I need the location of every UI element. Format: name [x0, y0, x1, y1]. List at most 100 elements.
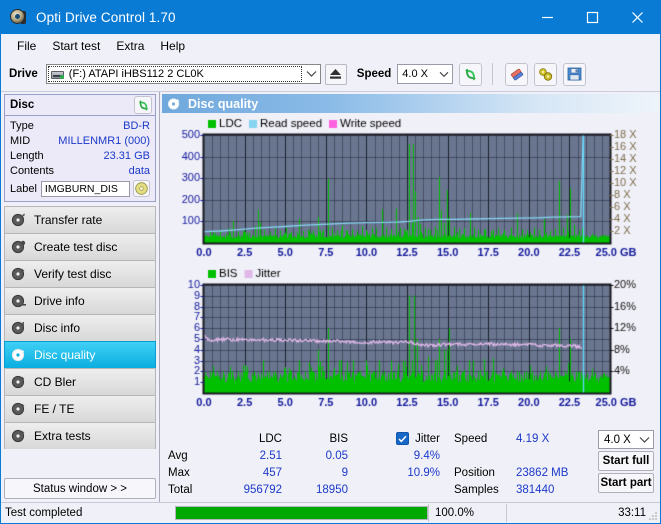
sidebar-item-drive-info[interactable]: Drive info — [4, 287, 156, 314]
menu-start-test[interactable]: Start test — [44, 37, 108, 55]
disc-label-row: Label IMGBURN_DIS — [10, 179, 150, 198]
left-panel: Disc Type BD-R MID MILLENMR1 (000) Lengt… — [1, 92, 159, 502]
speed-select-value: 4.0 X — [402, 68, 428, 80]
position-key: Position — [454, 466, 495, 479]
elapsed-time: 33:11 — [506, 504, 660, 522]
check-icon — [398, 435, 407, 442]
sidebar-item-label: CD Bler — [34, 375, 77, 389]
save-button[interactable] — [563, 62, 587, 86]
progress-percent: 100.0% — [428, 504, 506, 522]
disc-quality-icon — [167, 97, 182, 111]
disc-info-header: Disc — [5, 95, 155, 116]
disc-icon — [11, 213, 28, 228]
test-speed-value: 4.0 X — [604, 433, 631, 446]
stats-max-ldc: 457 — [262, 466, 282, 479]
sidebar-item-verify-test-disc[interactable]: Verify test disc — [4, 260, 156, 287]
resize-grip-icon[interactable] — [648, 511, 658, 521]
disc-label-input[interactable]: IMGBURN_DIS — [40, 180, 130, 197]
stats-total-bis: 18950 — [316, 483, 348, 496]
sidebar-nav: Transfer rate Create test disc Verify te… — [4, 206, 156, 502]
jitter-checkbox[interactable] — [396, 432, 410, 445]
sidebar-item-label: Disc quality — [34, 348, 96, 362]
close-icon[interactable] — [615, 1, 660, 34]
stats-table: LDC BIS Jitter Avg 2.51 0.05 9.4% Max 45… — [162, 430, 452, 502]
tools-button[interactable] — [534, 62, 558, 86]
disc-length-value: 23.31 GB — [103, 149, 150, 162]
speed-value: 4.19 X — [516, 432, 550, 445]
body-split: Disc Type BD-R MID MILLENMR1 (000) Lengt… — [1, 92, 660, 502]
stats-row-label: Avg — [168, 449, 188, 462]
drive-select[interactable]: (F:) ATAPI iHBS112 2 CL0K — [45, 64, 321, 84]
sidebar-item-extra-tests[interactable]: Extra tests — [4, 422, 156, 449]
chevron-down-icon[interactable] — [636, 431, 653, 449]
minimize-icon[interactable] — [525, 1, 570, 34]
disc-info-rows: Type BD-R MID MILLENMR1 (000) Length 23.… — [5, 116, 155, 201]
disc-icon — [135, 182, 148, 195]
samples-value: 381440 — [516, 483, 555, 496]
disc-icon — [11, 375, 28, 390]
chart-ldc-readspeed — [162, 113, 659, 265]
menu-extra[interactable]: Extra — [108, 37, 152, 55]
sidebar-item-disc-info[interactable]: Disc info — [4, 314, 156, 341]
speed-key: Speed — [454, 432, 488, 445]
menu-help[interactable]: Help — [152, 37, 193, 55]
erase-button[interactable] — [505, 62, 529, 86]
disc-contents-value: data — [128, 164, 150, 177]
sidebar-item-label: Disc info — [34, 321, 81, 335]
disc-label-icon-button[interactable] — [133, 180, 150, 197]
start-part-button[interactable]: Start part — [598, 473, 654, 493]
disc-label-label: Label — [10, 182, 37, 195]
stats-row-total: Total 956792 18950 — [162, 481, 452, 498]
refresh-button[interactable] — [459, 62, 483, 86]
chevron-down-icon[interactable] — [303, 65, 320, 83]
speed-select[interactable]: 4.0 X — [397, 64, 454, 84]
stats-right-values: 4.19 X 23862 MB 381440 — [516, 430, 598, 502]
disc-mid-value: MILLENMR1 (000) — [58, 134, 150, 147]
disc-info-row-length: Length 23.31 GB — [10, 148, 150, 163]
sidebar-item-fe-te[interactable]: FE / TE — [4, 395, 156, 422]
stats-avg-bis: 0.05 — [325, 449, 348, 462]
refresh-icon — [465, 68, 477, 80]
disc-info-title: Disc — [10, 99, 35, 111]
stats-panel: LDC BIS Jitter Avg 2.51 0.05 9.4% Max 45… — [162, 428, 658, 502]
disc-mid-label: MID — [10, 134, 31, 147]
disc-icon — [11, 294, 28, 309]
eject-button[interactable] — [324, 63, 347, 85]
position-value: 23862 MB — [516, 466, 569, 479]
app-window: Opti Drive Control 1.70 File Start test … — [0, 0, 661, 524]
disc-icon — [11, 402, 28, 417]
stats-right-labels: Speed Position Samples — [452, 430, 516, 502]
disc-info-row-contents: Contents data — [10, 163, 150, 178]
toolbar-separator — [492, 63, 494, 85]
chevron-down-icon[interactable] — [435, 65, 452, 83]
test-speed-select[interactable]: 4.0 X — [598, 430, 654, 449]
jitter-label: Jitter — [415, 432, 440, 445]
stats-avg-jitter: 9.4% — [413, 449, 440, 462]
sidebar-item-cd-bler[interactable]: CD Bler — [4, 368, 156, 395]
stats-total-ldc: 956792 — [243, 483, 282, 496]
status-window-button[interactable]: Status window > > — [4, 478, 156, 499]
disc-info-box: Disc Type BD-R MID MILLENMR1 (000) Lengt… — [4, 94, 156, 202]
optical-drive-icon — [50, 68, 65, 80]
menu-file[interactable]: File — [9, 37, 44, 55]
menu-bar: File Start test Extra Help — [1, 34, 660, 57]
disc-length-label: Length — [10, 149, 44, 162]
start-full-button[interactable]: Start full — [598, 451, 654, 471]
stats-max-bis: 9 — [341, 466, 348, 479]
disc-type-label: Type — [10, 119, 34, 132]
sidebar-item-create-test-disc[interactable]: Create test disc — [4, 233, 156, 260]
speed-label: Speed — [356, 68, 392, 80]
content-header: Disc quality — [162, 94, 658, 113]
status-bar: Test completed 100.0% 33:11 — [1, 502, 660, 523]
disc-contents-label: Contents — [10, 164, 55, 177]
disc-refresh-button[interactable] — [134, 96, 152, 114]
toolbar: Drive (F:) ATAPI iHBS112 2 CL0K Speed 4.… — [1, 57, 660, 92]
sidebar-item-transfer-rate[interactable]: Transfer rate — [4, 206, 156, 233]
drive-label: Drive — [9, 68, 38, 80]
wrench-icon — [538, 67, 552, 81]
jitter-toggle[interactable]: Jitter — [348, 432, 444, 445]
sidebar-item-disc-quality[interactable]: Disc quality — [4, 341, 156, 368]
maximize-icon[interactable] — [570, 1, 615, 34]
